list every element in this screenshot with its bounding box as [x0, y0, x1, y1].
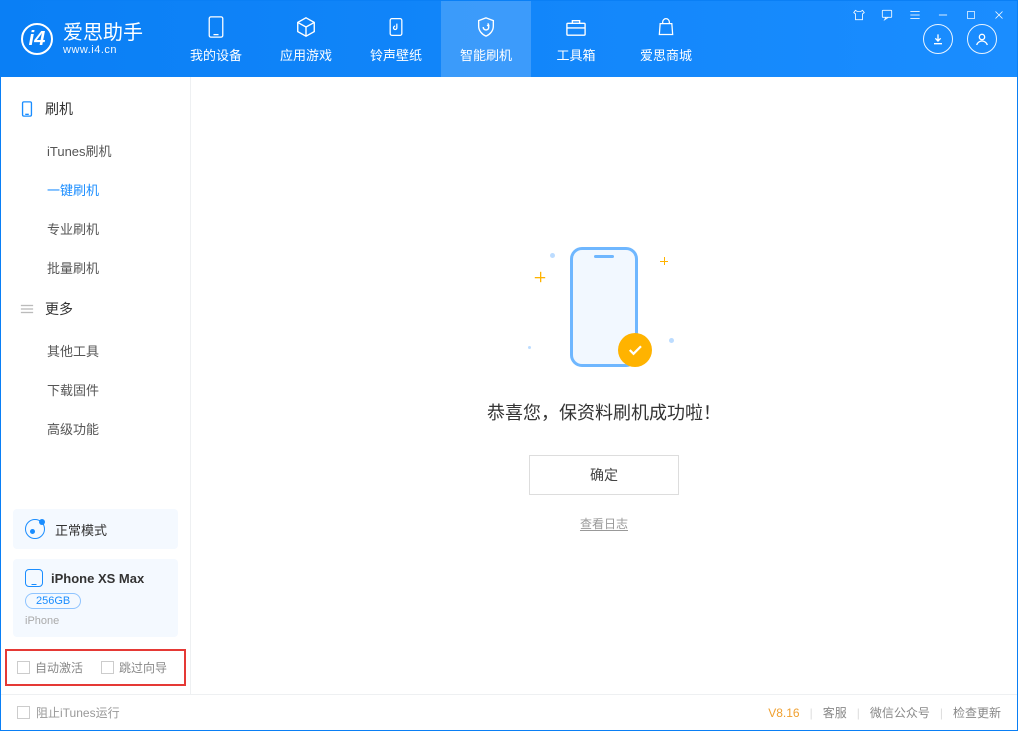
sidebar-item-oneclick[interactable]: 一键刷机 [1, 170, 190, 209]
sidebar-bottom: 正常模式 iPhone XS Max 256GB iPhone [1, 499, 190, 649]
tab-apps[interactable]: 应用游戏 [261, 1, 351, 77]
support-link[interactable]: 客服 [823, 704, 847, 721]
tab-label: 智能刷机 [460, 45, 512, 64]
tab-store[interactable]: 爱思商城 [621, 1, 711, 77]
sidebar-item-firmware[interactable]: 下载固件 [1, 370, 190, 409]
version-label: V8.16 [768, 706, 799, 720]
maximize-icon[interactable] [963, 7, 979, 23]
chk-label: 自动激活 [35, 659, 83, 676]
success-message: 恭喜您，保资料刷机成功啦！ [487, 399, 721, 425]
app-domain: www.i4.cn [63, 44, 143, 56]
tab-device[interactable]: 我的设备 [171, 1, 261, 77]
app-logo: i4 爱思助手 www.i4.cn [1, 1, 161, 77]
header: i4 爱思助手 www.i4.cn 我的设备 应用游戏 铃声壁纸 智能刷机 [1, 1, 1017, 77]
mode-label: 正常模式 [55, 520, 107, 539]
chk-label: 跳过向导 [119, 659, 167, 676]
success-illustration [514, 239, 694, 379]
sidebar-group-more: 更多 [1, 287, 190, 331]
sidebar-item-batch[interactable]: 批量刷机 [1, 248, 190, 287]
shield-refresh-icon [474, 15, 498, 39]
feedback-icon[interactable] [879, 7, 895, 23]
mode-card[interactable]: 正常模式 [13, 509, 178, 549]
app-window: i4 爱思助手 www.i4.cn 我的设备 应用游戏 铃声壁纸 智能刷机 [0, 0, 1018, 731]
group-label: 刷机 [45, 99, 73, 119]
close-icon[interactable] [991, 7, 1007, 23]
tab-label: 爱思商城 [640, 45, 692, 64]
list-icon [19, 301, 35, 317]
tab-toolbox[interactable]: 工具箱 [531, 1, 621, 77]
tab-label: 应用游戏 [280, 45, 332, 64]
sidebar-item-advanced[interactable]: 高级功能 [1, 409, 190, 448]
sidebar: 刷机 iTunes刷机 一键刷机 专业刷机 批量刷机 更多 其他工具 下载固件 … [1, 77, 191, 694]
cube-icon [294, 15, 318, 39]
ok-button[interactable]: 确定 [529, 455, 679, 495]
device-type: iPhone [25, 615, 166, 627]
update-link[interactable]: 检查更新 [953, 704, 1001, 721]
mode-icon [25, 519, 45, 539]
minimize-icon[interactable] [935, 7, 951, 23]
menu-icon[interactable] [907, 7, 923, 23]
phone-icon [19, 101, 35, 117]
device-icon [204, 15, 228, 39]
logo-icon: i4 [21, 23, 53, 55]
window-controls [851, 7, 1007, 23]
checkbox-skip-guide[interactable]: 跳过向导 [101, 659, 167, 676]
tab-ringtone[interactable]: 铃声壁纸 [351, 1, 441, 77]
storage-badge: 256GB [25, 593, 81, 609]
group-label: 更多 [45, 299, 73, 319]
tab-label: 铃声壁纸 [370, 45, 422, 64]
app-name: 爱思助手 [63, 22, 143, 44]
device-name: iPhone XS Max [51, 571, 144, 586]
tshirt-icon[interactable] [851, 7, 867, 23]
sidebar-group-flash: 刷机 [1, 87, 190, 131]
tab-label: 工具箱 [556, 45, 595, 64]
sidebar-item-itunes[interactable]: iTunes刷机 [1, 131, 190, 170]
sidebar-item-other[interactable]: 其他工具 [1, 331, 190, 370]
view-log-link[interactable]: 查看日志 [580, 515, 628, 532]
status-bar: 阻止iTunes运行 V8.16 | 客服 | 微信公众号 | 检查更新 [1, 694, 1017, 730]
checkbox-auto-activate[interactable]: 自动激活 [17, 659, 83, 676]
wechat-link[interactable]: 微信公众号 [870, 704, 930, 721]
sidebar-item-pro[interactable]: 专业刷机 [1, 209, 190, 248]
download-button[interactable] [923, 24, 953, 54]
music-icon [384, 15, 408, 39]
chk-label: 阻止iTunes运行 [36, 704, 120, 721]
bag-icon [654, 15, 678, 39]
tab-flash[interactable]: 智能刷机 [441, 1, 531, 77]
device-icon [25, 569, 43, 587]
user-button[interactable] [967, 24, 997, 54]
body: 刷机 iTunes刷机 一键刷机 专业刷机 批量刷机 更多 其他工具 下载固件 … [1, 77, 1017, 694]
device-card[interactable]: iPhone XS Max 256GB iPhone [13, 559, 178, 637]
flash-options-highlight: 自动激活 跳过向导 [5, 649, 186, 686]
check-badge-icon [618, 333, 652, 367]
checkbox-block-itunes[interactable]: 阻止iTunes运行 [17, 704, 120, 721]
tab-label: 我的设备 [190, 45, 242, 64]
toolbox-icon [564, 15, 588, 39]
nav-tabs: 我的设备 应用游戏 铃声壁纸 智能刷机 工具箱 爱思商城 [171, 1, 711, 77]
main-content: 恭喜您，保资料刷机成功啦！ 确定 查看日志 [191, 77, 1017, 694]
